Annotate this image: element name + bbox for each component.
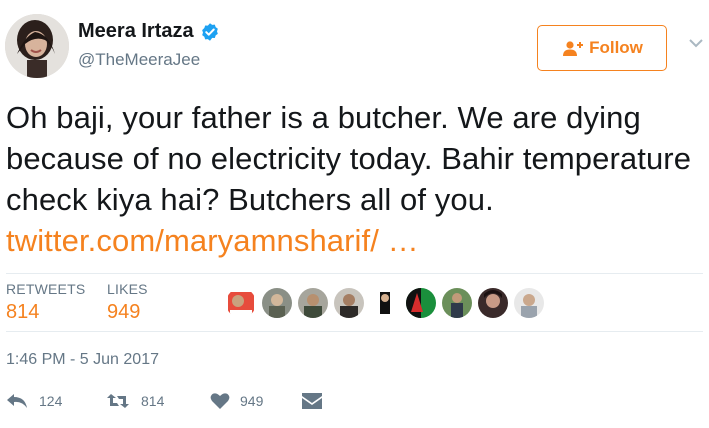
author-name[interactable]: Meera Irtaza [78, 20, 194, 43]
reply-icon [7, 394, 27, 408]
likes-count: 949 [107, 301, 141, 323]
like-button[interactable]: 949 [210, 392, 302, 410]
follow-button-label: Follow [589, 38, 643, 57]
envelope-icon [302, 393, 322, 409]
direct-message-button[interactable] [302, 393, 322, 409]
retweets-stat[interactable]: RETWEETS 814 [6, 281, 85, 324]
chevron-down-icon[interactable] [688, 38, 704, 50]
liker-avatar[interactable] [406, 288, 436, 318]
liker-avatar[interactable] [478, 288, 508, 318]
add-person-icon [563, 41, 584, 56]
liker-avatar[interactable] [298, 288, 328, 318]
likes-label: LIKES [107, 281, 148, 297]
follow-button[interactable]: Follow [537, 25, 667, 71]
verified-badge-icon [201, 22, 218, 41]
retweet-icon [107, 394, 129, 408]
like-count: 949 [240, 393, 264, 409]
tweet-timestamp[interactable]: 1:46 PM - 5 Jun 2017 [6, 351, 159, 369]
author-name-row: Meera Irtaza [78, 20, 220, 43]
likes-stat[interactable]: LIKES 949 [107, 281, 148, 324]
liker-avatar[interactable] [442, 288, 472, 318]
tweet-text: Oh baji, your father is a butcher. We ar… [6, 97, 706, 261]
liker-avatars [226, 288, 550, 318]
author-handle[interactable]: @TheMeeraJee [78, 50, 200, 70]
heart-icon [210, 393, 230, 409]
liker-avatar[interactable] [226, 288, 256, 318]
author-avatar[interactable] [5, 14, 69, 78]
liker-avatar[interactable] [262, 288, 292, 318]
retweets-label: RETWEETS [6, 281, 86, 297]
tweet-actions: 124 814 949 [6, 392, 322, 410]
reply-count: 124 [39, 393, 63, 409]
divider [6, 273, 703, 274]
tweet-link[interactable]: twitter.com/maryamnsharif/ … [6, 223, 419, 258]
reply-button[interactable]: 124 [6, 392, 106, 410]
retweet-button[interactable]: 814 [106, 392, 210, 410]
liker-avatar[interactable] [514, 288, 544, 318]
tweet-body: Oh baji, your father is a butcher. We ar… [6, 100, 692, 217]
retweets-count: 814 [6, 301, 40, 323]
divider [6, 331, 703, 332]
retweet-count: 814 [141, 393, 165, 409]
liker-avatar[interactable] [370, 288, 400, 318]
liker-avatar[interactable] [334, 288, 364, 318]
